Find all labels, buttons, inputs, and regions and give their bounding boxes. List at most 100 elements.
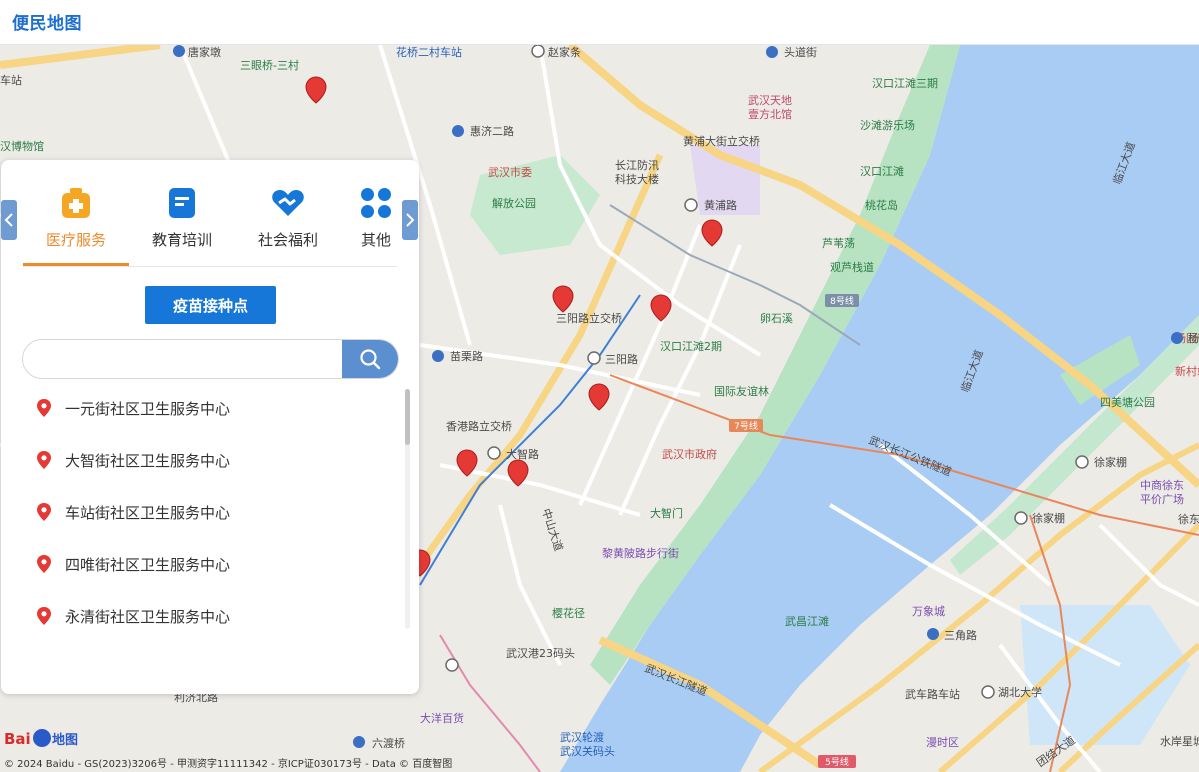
map-label: 解放公园 bbox=[492, 196, 536, 210]
map-label: 车站 bbox=[0, 73, 22, 87]
result-name: 大智街社区卫生服务中心 bbox=[65, 451, 231, 470]
tab-divider bbox=[23, 266, 397, 267]
map-label: 武汉关码头 bbox=[560, 744, 615, 758]
map-label: 漫时区 bbox=[926, 735, 959, 749]
list-item[interactable]: 一元街社区卫生服务中心 bbox=[23, 388, 383, 428]
map-label: 武汉天地 bbox=[748, 94, 792, 107]
line8-label: 8号线 bbox=[830, 295, 854, 307]
map-label: 大智门 bbox=[650, 506, 683, 520]
location-pin-icon bbox=[37, 451, 51, 469]
tab-scroll-right-button[interactable] bbox=[402, 200, 418, 240]
map-label: 徐家棚 bbox=[1032, 511, 1065, 525]
map-label: 六渡桥 bbox=[372, 736, 405, 750]
tab-scroll-left-button[interactable] bbox=[1, 200, 17, 240]
result-list: 一元街社区卫生服务中心 大智街社区卫生服务中心 车站街社区卫生服务中心 四唯街社… bbox=[23, 388, 403, 688]
line5-label: 5号线 bbox=[825, 756, 849, 768]
map-label: 中商徐东 bbox=[1140, 478, 1184, 492]
location-pin-icon bbox=[37, 399, 51, 417]
map-label: 水岸星城 bbox=[1160, 735, 1199, 748]
page: 便民地图 8号线 7号线 5号线 唐家墩 花桥二村车站 赵家条 头道街 车站 三… bbox=[0, 0, 1199, 772]
map-label: 壹方北馆 bbox=[748, 107, 792, 121]
map-label: 四美塘公园 bbox=[1100, 395, 1155, 409]
grid-icon bbox=[359, 186, 393, 220]
result-name: 车站街社区卫生服务中心 bbox=[65, 503, 231, 522]
svg-text:地图: 地图 bbox=[52, 732, 78, 748]
tab-medical[interactable]: 医疗服务 bbox=[23, 186, 129, 266]
service-panel: 医疗服务 教育培训 社会福利 其他 疫苗接种点 一元街社区卫生服务中心 大智街社… bbox=[1, 160, 419, 694]
map-label: 武汉市委 bbox=[488, 165, 532, 179]
map-label: 武汉市政府 bbox=[662, 447, 717, 461]
map-label: 汉口江滩2期 bbox=[660, 339, 722, 353]
map-label: 三角路 bbox=[944, 629, 977, 642]
result-name: 四唯街社区卫生服务中心 bbox=[65, 555, 231, 574]
map-label: 沙滩游乐场 bbox=[860, 118, 915, 132]
medical-kit-icon bbox=[59, 186, 93, 220]
map-label: 观芦栈道 bbox=[830, 260, 874, 274]
map-label: 芦苇荡 bbox=[822, 236, 855, 250]
location-pin-icon bbox=[37, 503, 51, 521]
map-label: 汉博物馆 bbox=[0, 139, 44, 153]
map-label: 赵家条 bbox=[548, 45, 581, 59]
map-label: 三阳路立交桥 bbox=[556, 311, 622, 325]
location-pin-icon bbox=[37, 607, 51, 625]
tab-education[interactable]: 教育培训 bbox=[129, 186, 235, 266]
result-name: 永清街社区卫生服务中心 bbox=[65, 607, 231, 626]
book-icon bbox=[165, 186, 199, 220]
scrollbar-thumb[interactable] bbox=[405, 389, 410, 445]
map-label: 卵石溪 bbox=[760, 312, 793, 325]
result-name: 一元街社区卫生服务中心 bbox=[65, 399, 231, 418]
list-item[interactable]: 大智街社区卫生服务中心 bbox=[23, 440, 383, 480]
page-title: 便民地图 bbox=[12, 14, 82, 34]
map-label: 黎黄陂路步行街 bbox=[602, 546, 679, 560]
map-label: 科技大楼 bbox=[615, 172, 659, 186]
line7-label: 7号线 bbox=[734, 420, 758, 432]
tab-label: 教育培训 bbox=[151, 231, 212, 249]
heart-hands-icon bbox=[271, 186, 305, 220]
search-input[interactable] bbox=[23, 340, 343, 378]
map-label: 头道街 bbox=[784, 45, 817, 59]
map-label: 武汉轮渡 bbox=[560, 730, 604, 744]
map-label: 黄浦大街立交桥 bbox=[683, 134, 760, 148]
baidu-map-logo: Bai 地图 bbox=[4, 724, 78, 750]
chevron-left-icon bbox=[4, 213, 13, 227]
location-pin-icon bbox=[37, 555, 51, 573]
result-list-scrollbar[interactable] bbox=[405, 389, 410, 629]
map-label: 新村站 bbox=[1175, 364, 1199, 378]
map-label: 黄浦路 bbox=[704, 198, 737, 212]
list-item[interactable]: 四唯街社区卫生服务中心 bbox=[23, 544, 383, 584]
list-item[interactable]: 车站街社区卫生服务中心 bbox=[23, 492, 383, 532]
vaccination-site-button[interactable]: 疫苗接种点 bbox=[145, 286, 276, 324]
map-label: 惠济二路 bbox=[470, 124, 514, 138]
tab-label: 医疗服务 bbox=[45, 231, 106, 249]
map-label: 武昌江滩 bbox=[785, 614, 829, 628]
map-label: 武车路车站 bbox=[905, 687, 960, 701]
map-label: 大洋百货 bbox=[420, 711, 464, 725]
svg-text:Bai: Bai bbox=[4, 730, 31, 748]
map-label: 武汉港23码头 bbox=[506, 647, 575, 660]
list-item[interactable]: 永清街社区卫生服务中心 bbox=[23, 596, 383, 636]
map-label: 花桥二村车站 bbox=[396, 45, 462, 59]
search-icon bbox=[360, 349, 381, 370]
map-label: 徐家棚 bbox=[1094, 455, 1127, 469]
map-label: 大智路 bbox=[506, 447, 539, 461]
header: 便民地图 bbox=[0, 0, 1199, 45]
search-box bbox=[22, 339, 399, 379]
map-label: 桃花岛 bbox=[865, 198, 898, 212]
map-label: 万象城 bbox=[912, 605, 945, 618]
chevron-right-icon bbox=[406, 213, 415, 227]
map-label: 杨 bbox=[1188, 331, 1199, 345]
map-label: 湖北大学 bbox=[998, 685, 1042, 699]
map-label: 汉口江滩三期 bbox=[872, 76, 938, 90]
map-label: 长江防汛 bbox=[615, 158, 659, 172]
search-button[interactable] bbox=[342, 340, 398, 378]
map-label: 国际友谊林 bbox=[714, 384, 769, 398]
map-label: 徐东 bbox=[1178, 512, 1199, 526]
map-label: 三阳路 bbox=[605, 353, 638, 366]
map-label: 平价广场 bbox=[1140, 492, 1184, 506]
map-label: 唐家墩 bbox=[188, 45, 221, 59]
map-label: 樱花径 bbox=[552, 607, 585, 620]
map-label: 汉口江滩 bbox=[860, 164, 904, 178]
map-label: 香港路立交桥 bbox=[446, 419, 512, 433]
map-label: 苗栗路 bbox=[450, 350, 483, 363]
map-copyright: © 2024 Baidu - GS(2023)3206号 - 甲测资字11111… bbox=[4, 759, 453, 770]
